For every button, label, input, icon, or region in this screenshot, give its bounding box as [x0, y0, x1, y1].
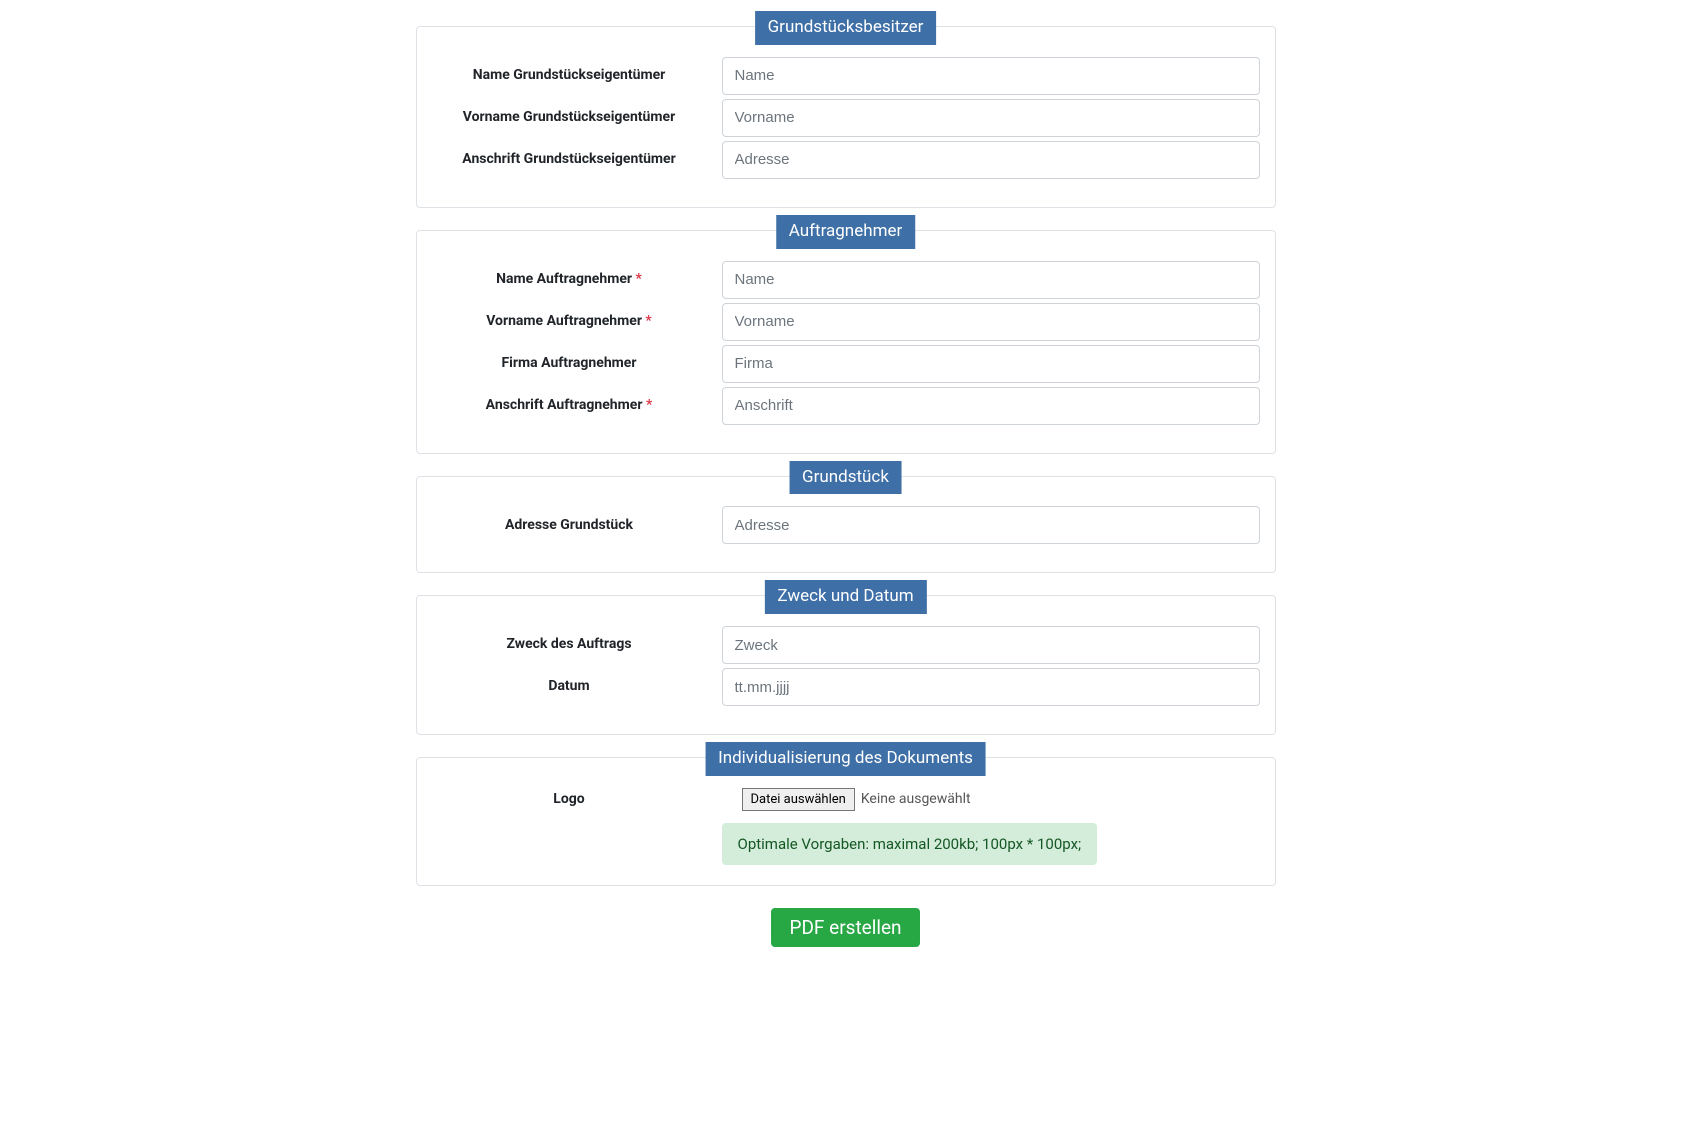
- row-contractor-vorname: Vorname Auftragnehmer *: [432, 303, 1260, 341]
- label-logo: Logo: [432, 790, 722, 810]
- row-contractor-firma: Firma Auftragnehmer: [432, 345, 1260, 383]
- row-purpose-zweck: Zweck des Auftrags: [432, 626, 1260, 664]
- submit-wrap: PDF erstellen: [416, 908, 1276, 947]
- label-owner-name: Name Grundstückseigentümer: [432, 66, 722, 86]
- section-customization: Individualisierung des Dokuments Logo Da…: [416, 757, 1276, 886]
- label-contractor-anschrift: Anschrift Auftragnehmer *: [432, 396, 722, 416]
- row-contractor-anschrift: Anschrift Auftragnehmer *: [432, 387, 1260, 425]
- file-status-text: Keine ausgewählt: [861, 791, 971, 807]
- label-contractor-name: Name Auftragnehmer *: [432, 270, 722, 290]
- input-property-adresse[interactable]: [722, 506, 1260, 544]
- input-owner-vorname[interactable]: [722, 99, 1260, 137]
- input-contractor-firma[interactable]: [722, 345, 1260, 383]
- row-logo: Logo Datei auswählen Keine ausgewählt: [432, 788, 1260, 811]
- section-owner: Grundstücksbesitzer Name Grundstückseige…: [416, 26, 1276, 208]
- label-purpose-datum: Datum: [432, 677, 722, 697]
- label-property-adresse: Adresse Grundstück: [432, 516, 722, 536]
- input-contractor-anschrift[interactable]: [722, 387, 1260, 425]
- logo-hint: Optimale Vorgaben: maximal 200kb; 100px …: [722, 823, 1098, 865]
- input-purpose-datum[interactable]: [722, 668, 1260, 706]
- label-contractor-vorname: Vorname Auftragnehmer *: [432, 312, 722, 332]
- label-owner-vorname: Vorname Grundstückseigentümer: [432, 108, 722, 128]
- file-choose-button[interactable]: Datei auswählen: [742, 788, 855, 811]
- section-property: Grundstück Adresse Grundstück: [416, 476, 1276, 574]
- input-contractor-vorname[interactable]: [722, 303, 1260, 341]
- row-contractor-name: Name Auftragnehmer *: [432, 261, 1260, 299]
- input-owner-anschrift[interactable]: [722, 141, 1260, 179]
- input-owner-name[interactable]: [722, 57, 1260, 95]
- section-purpose: Zweck und Datum Zweck des Auftrags Datum: [416, 595, 1276, 735]
- label-purpose-zweck: Zweck des Auftrags: [432, 635, 722, 655]
- file-input-wrap: Datei auswählen Keine ausgewählt: [722, 788, 1260, 811]
- row-owner-vorname: Vorname Grundstückseigentümer: [432, 99, 1260, 137]
- section-purpose-legend: Zweck und Datum: [764, 580, 926, 614]
- required-marker: *: [642, 397, 652, 413]
- section-contractor-legend: Auftragnehmer: [776, 215, 916, 249]
- input-purpose-zweck[interactable]: [722, 626, 1260, 664]
- section-property-legend: Grundstück: [789, 461, 902, 495]
- row-property-adresse: Adresse Grundstück: [432, 506, 1260, 544]
- required-marker: *: [642, 313, 652, 329]
- row-owner-anschrift: Anschrift Grundstückseigentümer: [432, 141, 1260, 179]
- required-marker: *: [632, 271, 642, 287]
- section-owner-legend: Grundstücksbesitzer: [755, 11, 937, 45]
- submit-button[interactable]: PDF erstellen: [771, 908, 919, 947]
- label-contractor-firma: Firma Auftragnehmer: [432, 354, 722, 374]
- section-customization-legend: Individualisierung des Dokuments: [705, 742, 986, 776]
- row-owner-name: Name Grundstückseigentümer: [432, 57, 1260, 95]
- row-purpose-datum: Datum: [432, 668, 1260, 706]
- section-contractor: Auftragnehmer Name Auftragnehmer * Vorna…: [416, 230, 1276, 454]
- input-contractor-name[interactable]: [722, 261, 1260, 299]
- label-owner-anschrift: Anschrift Grundstückseigentümer: [432, 150, 722, 170]
